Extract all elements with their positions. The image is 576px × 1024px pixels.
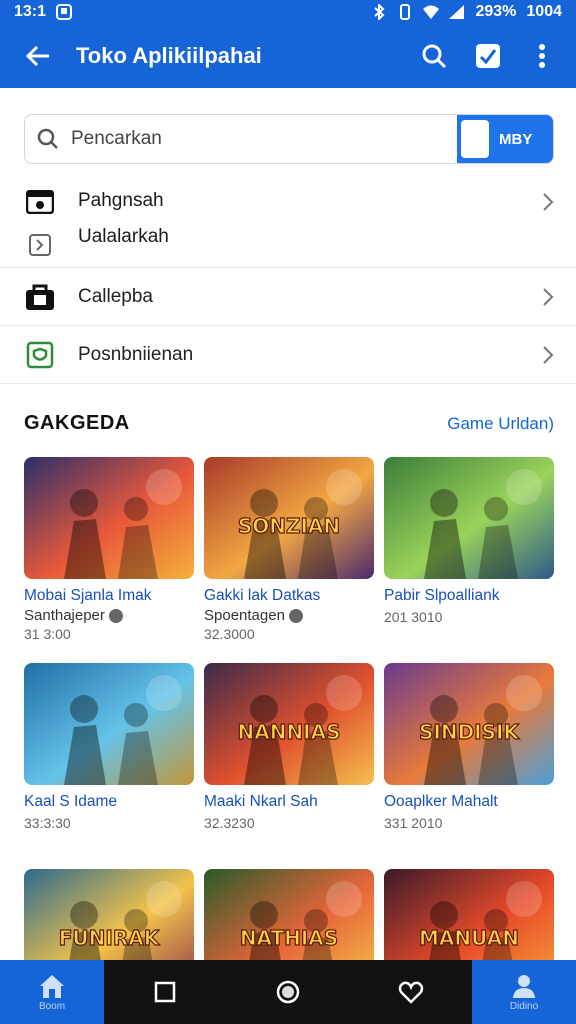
game-banner-text: SONZIAN (238, 514, 340, 538)
vibrate-icon (397, 4, 413, 20)
status-bar: 13:1 293% 1004 (0, 0, 576, 24)
game-developer: Spoentagen (204, 607, 285, 624)
person-icon (513, 974, 535, 998)
game-thumbnail[interactable]: SINDISIK (384, 663, 554, 785)
nav-home[interactable]: Boom (0, 960, 104, 1024)
nav-recents[interactable] (145, 972, 185, 1012)
status-clock: 1004 (526, 3, 562, 20)
game-thumbnail[interactable] (384, 457, 554, 579)
menu-item-collection[interactable]: Callepba (0, 268, 576, 326)
game-card[interactable]: Mobai Sjanla Imak Santhajeper 31 3:00 (24, 457, 196, 663)
nav-profile[interactable]: Didino (472, 960, 576, 1024)
square-icon (155, 981, 176, 1003)
see-all-link[interactable]: Game Urldan) (447, 414, 554, 434)
media-icon (25, 189, 55, 219)
game-banner-text: SINDISIK (419, 720, 520, 744)
heart-icon (398, 981, 423, 1004)
check-button[interactable] (468, 36, 508, 76)
game-thumbnail[interactable]: SONZIAN (204, 457, 374, 579)
menu-item-label: Callepba (78, 285, 153, 307)
signal-icon (449, 4, 465, 20)
search-button[interactable] (414, 36, 454, 76)
nav-back[interactable] (391, 972, 431, 1012)
battery-level: 293% (475, 3, 517, 20)
checkbox-icon (476, 44, 500, 68)
game-banner-text: FUNIRAK (59, 926, 161, 950)
toggle-switch[interactable] (459, 118, 491, 160)
game-title[interactable]: Pabir Slpoalliank (384, 587, 554, 605)
more-button[interactable] (522, 36, 562, 76)
game-meta: 32.3000 (204, 626, 255, 642)
nav-profile-label: Didino (509, 1000, 539, 1012)
verified-icon (108, 608, 123, 623)
bottom-nav: Boom Didino (0, 960, 576, 1024)
back-button[interactable] (14, 32, 62, 80)
game-developer: Santhajeper (24, 607, 105, 624)
nav-home-system[interactable] (268, 972, 308, 1012)
game-title[interactable]: Maaki Nkarl Sah (204, 793, 376, 811)
notification-icon (56, 4, 73, 20)
more-vert-icon (539, 44, 545, 68)
bag-icon (24, 283, 56, 311)
menu-item-sublabel: Ualalarkah (78, 226, 169, 247)
game-title[interactable]: Mobai Sjanla Imak (24, 587, 196, 605)
search-submit-button[interactable]: MBY (457, 115, 553, 163)
game-meta: 32.3230 (204, 815, 255, 831)
game-thumbnail[interactable] (24, 663, 194, 785)
menu-item-label: Pahgnsah (78, 190, 164, 211)
menu-item-label: Posnbniienan (78, 343, 194, 365)
game-banner-text: MANUAN (419, 926, 519, 950)
game-card[interactable]: Kaal S Idame 33:3:30 (24, 663, 196, 869)
search-bar: MBY (24, 114, 554, 164)
wifi-icon (423, 4, 440, 20)
section-title: GAKGEDA (24, 412, 130, 434)
status-time: 13:1 (14, 3, 47, 20)
chevron-right-icon (543, 345, 554, 364)
game-meta: 201 3010 (384, 609, 443, 625)
verified-icon (288, 608, 303, 623)
menu-item-library[interactable]: Pahgnsah Ualalarkah (0, 176, 576, 268)
search-icon (25, 128, 71, 150)
game-thumbnail[interactable]: NANNIAS (204, 663, 374, 785)
menu-list: Pahgnsah Ualalarkah Callepba Posnbniiena… (0, 176, 576, 384)
game-card[interactable]: NANNIAS Maaki Nkarl Sah 32.3230 (204, 663, 376, 869)
game-banner-text: NATHIAS (240, 926, 338, 950)
search-button-label: MBY (499, 130, 533, 148)
search-icon (422, 44, 447, 69)
home-icon (40, 974, 64, 998)
game-card[interactable]: SONZIAN Gakki lak Datkas Spoentagen 32.3… (204, 457, 376, 663)
game-title[interactable]: Ooaplker Mahalt (384, 793, 554, 811)
chevron-right-icon (543, 287, 554, 306)
bluetooth-icon (371, 2, 387, 22)
chevron-right-icon (543, 193, 554, 211)
menu-item-protection[interactable]: Posnbniienan (0, 326, 576, 384)
game-card[interactable]: Pabir Slpoalliank 201 3010 (384, 457, 554, 663)
nav-home-label: Boom (38, 1000, 66, 1012)
game-banner-text: NANNIAS (237, 720, 340, 744)
section-header: GAKGEDA Game Urldan) (24, 412, 554, 435)
game-title[interactable]: Gakki lak Datkas (204, 587, 376, 605)
page-title: Toko Aplikiilpahai (76, 43, 262, 68)
arrow-left-icon (25, 45, 49, 67)
game-thumbnail[interactable] (24, 457, 194, 579)
game-meta: 331 2010 (384, 815, 443, 831)
circle-icon (276, 980, 300, 1004)
game-meta: 33:3:30 (24, 815, 71, 831)
game-meta: 31 3:00 (24, 626, 71, 642)
app-bar: Toko Aplikiilpahai (0, 24, 576, 88)
game-title[interactable]: Kaal S Idame (24, 793, 196, 811)
game-grid: Mobai Sjanla Imak Santhajeper 31 3:00 SO… (24, 457, 554, 1024)
game-card[interactable]: SINDISIK Ooaplker Mahalt 331 2010 (384, 663, 554, 869)
download-icon (28, 233, 52, 262)
shield-icon (24, 341, 56, 369)
